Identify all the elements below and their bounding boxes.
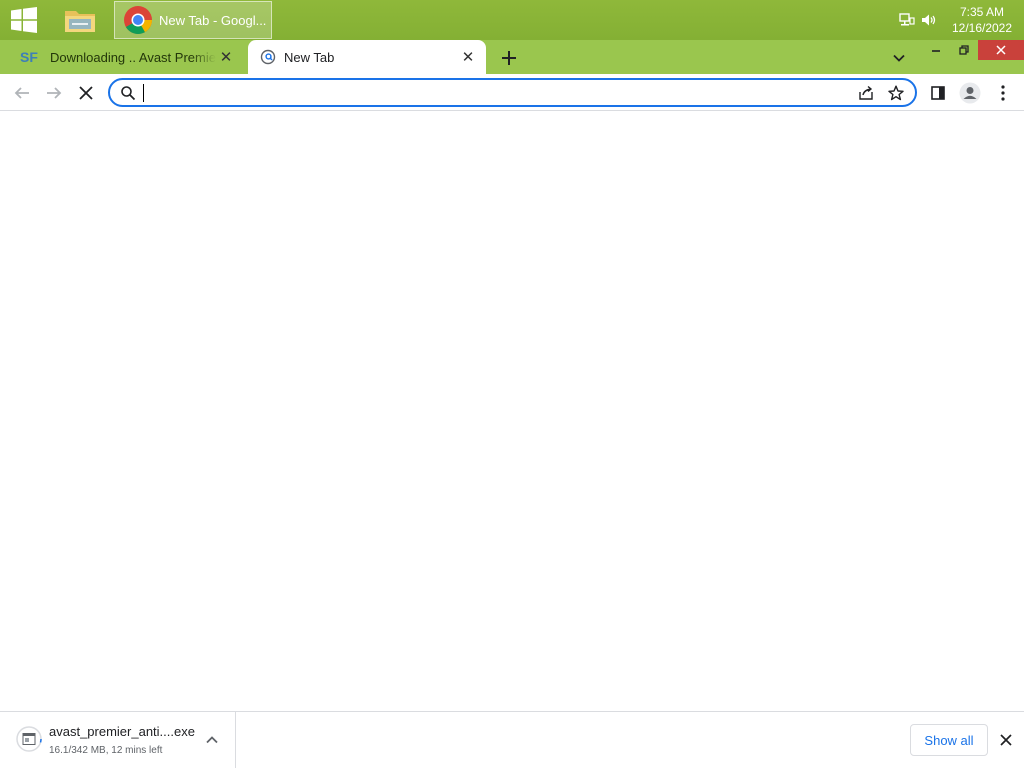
taskbar-chrome-app[interactable]: New Tab - Googl... (114, 1, 272, 39)
file-explorer-button[interactable] (58, 2, 102, 38)
minimize-icon (932, 50, 940, 52)
tab-strip: SF Downloading .. Avast Premier - Soft ✕… (0, 40, 1024, 74)
show-all-button[interactable]: Show all (910, 724, 988, 756)
side-panel-button[interactable] (925, 80, 951, 106)
taskbar: New Tab - Googl... 7:35 AM 12/16/2022 (0, 0, 1024, 40)
window-controls (922, 40, 1024, 60)
restore-button[interactable] (950, 40, 978, 60)
omnibox-actions (849, 81, 909, 105)
close-icon (996, 45, 1006, 55)
stop-loading-button[interactable] (73, 80, 99, 106)
chevron-up-icon (206, 736, 218, 744)
windows-logo-icon (11, 7, 37, 33)
forward-button[interactable] (41, 80, 67, 106)
chevron-down-icon (893, 54, 905, 62)
arrow-left-icon (14, 87, 29, 99)
close-tab-icon[interactable]: ✕ (216, 47, 236, 67)
bookmark-button[interactable] (883, 81, 909, 105)
star-icon (888, 85, 904, 100)
system-tray: 7:35 AM 12/16/2022 (896, 0, 1024, 40)
share-button[interactable] (853, 81, 879, 105)
share-icon (859, 85, 873, 100)
more-vertical-icon (1001, 85, 1005, 101)
download-options-button[interactable] (202, 730, 222, 750)
close-download-bar-button[interactable] (996, 730, 1016, 750)
volume-icon[interactable] (918, 9, 940, 31)
clock-time: 7:35 AM (959, 5, 1005, 19)
start-button[interactable] (6, 6, 42, 34)
globe-icon (260, 49, 276, 65)
side-panel-icon (931, 86, 945, 100)
download-status: 16.1/342 MB, 12 mins left (49, 745, 163, 756)
browser-toolbar (0, 74, 1024, 111)
download-bar: avast_premier_anti....exe 16.1/342 MB, 1… (0, 711, 1024, 768)
close-window-button[interactable] (978, 40, 1024, 60)
menu-button[interactable] (990, 80, 1016, 106)
search-icon (121, 85, 136, 100)
clock-date: 12/16/2022 (951, 21, 1013, 35)
new-tab-button[interactable] (498, 47, 520, 69)
close-tab-icon[interactable]: ✕ (458, 47, 478, 67)
installer-file-icon (16, 726, 42, 752)
page-content (0, 111, 1024, 711)
network-icon[interactable] (896, 9, 918, 31)
minimize-button[interactable] (922, 40, 950, 60)
download-item[interactable]: avast_premier_anti....exe 16.1/342 MB, 1… (0, 712, 236, 768)
tab-search-button[interactable] (888, 47, 910, 69)
folder-icon (65, 11, 95, 32)
close-icon (1000, 734, 1012, 746)
tab-title: Downloading .. Avast Premier - Soft (50, 49, 216, 65)
avatar-icon (959, 82, 981, 104)
taskbar-app-label: New Tab - Googl... (159, 12, 267, 28)
tab-new-tab[interactable]: New Tab ✕ (248, 40, 486, 74)
profile-button[interactable] (957, 80, 983, 106)
omnibox-input[interactable] (152, 82, 849, 103)
softpedia-favicon-icon: SF (20, 49, 38, 65)
restore-icon (959, 45, 969, 55)
download-filename: avast_premier_anti....exe (49, 724, 195, 739)
plus-icon (502, 51, 516, 65)
text-cursor (143, 83, 144, 102)
clock[interactable]: 7:35 AM 12/16/2022 (940, 4, 1024, 36)
tab-title: New Tab (284, 49, 335, 65)
chrome-icon (124, 6, 152, 34)
address-bar[interactable] (108, 78, 917, 107)
stop-icon (79, 86, 93, 100)
back-button[interactable] (9, 80, 35, 106)
arrow-right-icon (47, 87, 62, 99)
tab-downloading[interactable]: SF Downloading .. Avast Premier - Soft ✕ (12, 40, 244, 74)
